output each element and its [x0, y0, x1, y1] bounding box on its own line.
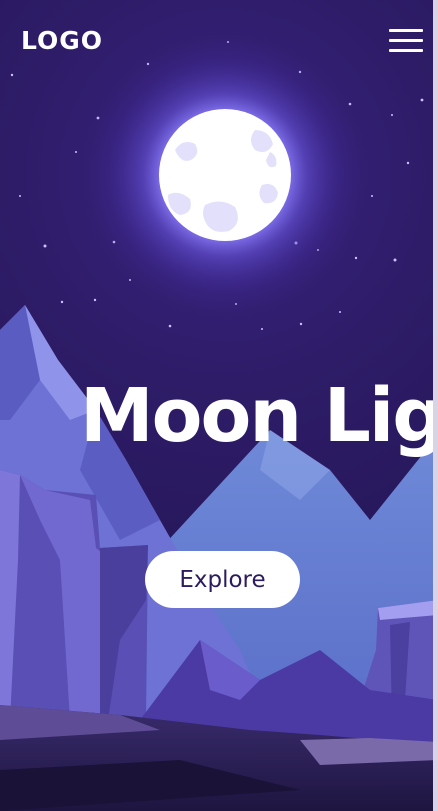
menu-bar-middle [389, 39, 423, 42]
menu-bar-top [389, 29, 423, 32]
hero-screen: LOGO Moon Light Explore [0, 0, 438, 811]
logo[interactable]: LOGO [21, 26, 103, 56]
hamburger-menu-icon[interactable] [389, 28, 423, 54]
explore-button[interactable]: Explore [145, 551, 300, 608]
hero-title: Moon Light [80, 373, 438, 459]
moon [159, 109, 291, 241]
menu-bar-bottom [389, 49, 423, 52]
scroll-edge [433, 0, 438, 811]
